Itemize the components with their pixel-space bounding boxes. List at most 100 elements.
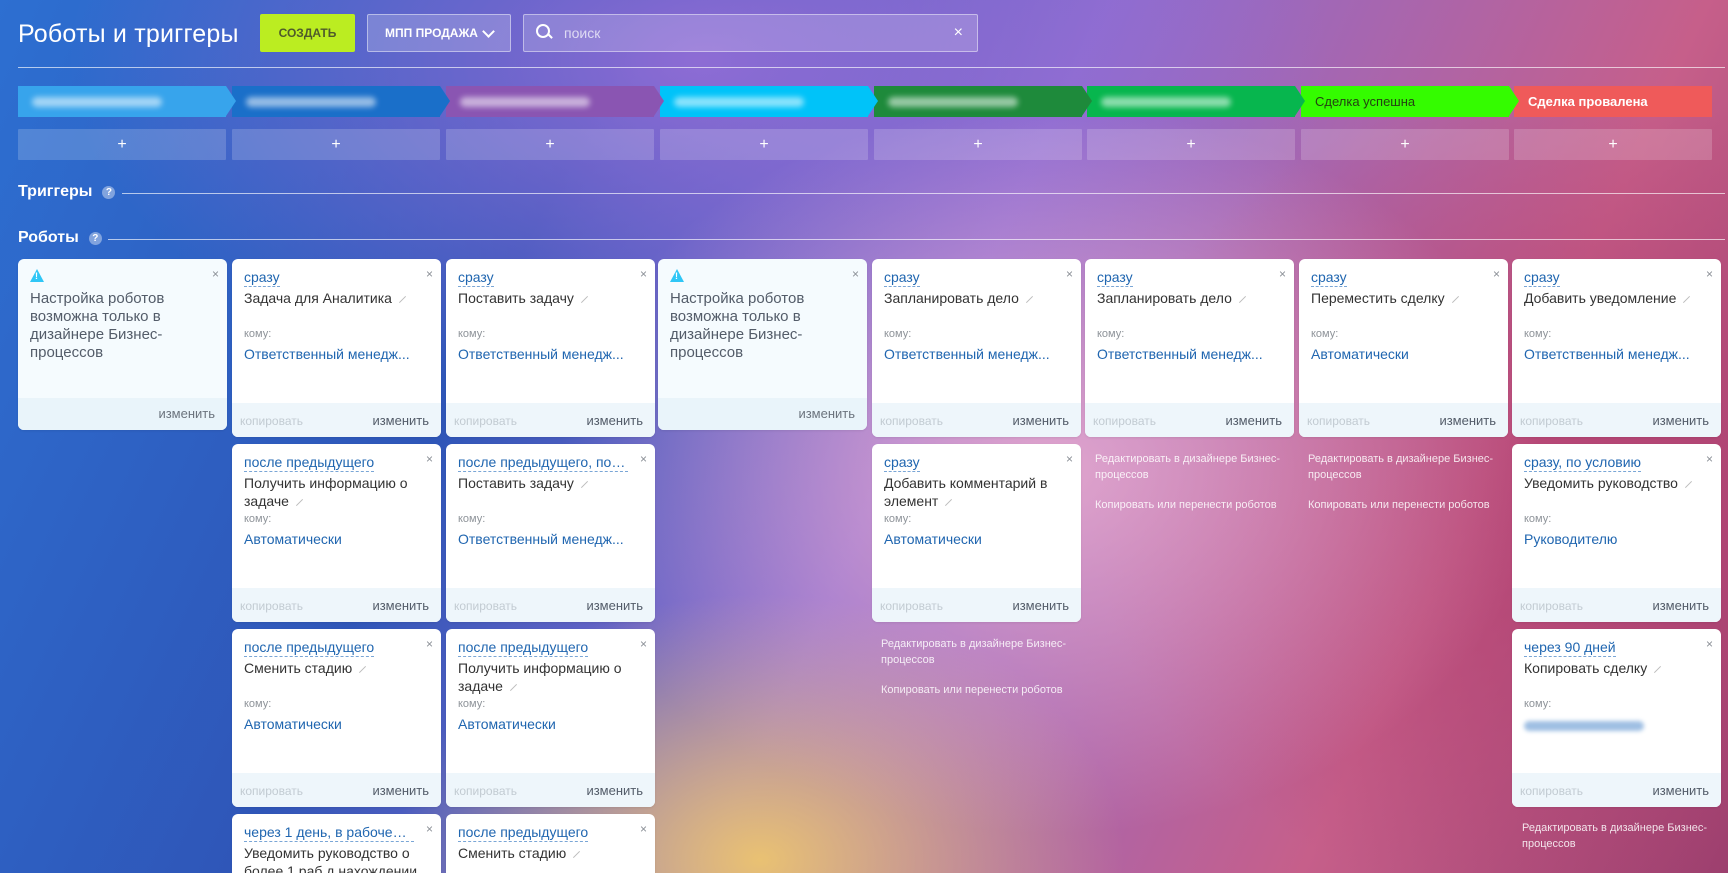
add-robot-button[interactable]: + <box>874 129 1082 160</box>
close-icon[interactable]: × <box>1706 637 1713 651</box>
copy-link[interactable]: копировать <box>1520 784 1583 798</box>
edit-link[interactable]: изменить <box>586 598 643 613</box>
stage-5[interactable] <box>874 86 1092 117</box>
add-robot-button[interactable]: + <box>1087 129 1295 160</box>
copy-move-robots-link[interactable]: Копировать или перенести роботов <box>1308 497 1503 513</box>
help-icon[interactable]: ? <box>88 231 102 245</box>
close-icon[interactable]: × <box>852 267 859 281</box>
copy-link[interactable]: копировать <box>1520 599 1583 613</box>
robot-delay[interactable]: сразу <box>458 269 494 287</box>
stage-4[interactable] <box>660 86 878 117</box>
edit-link[interactable]: изменить <box>372 413 429 428</box>
close-icon[interactable]: × <box>1279 267 1286 281</box>
edit-link[interactable]: изменить <box>158 406 215 421</box>
edit-link[interactable]: изменить <box>1439 413 1496 428</box>
robot-delay[interactable]: сразу <box>1311 269 1347 287</box>
edit-in-designer-link[interactable]: Редактировать в дизайнере Бизнес-процесс… <box>1095 451 1290 483</box>
close-icon[interactable]: × <box>426 822 433 836</box>
help-icon[interactable]: ? <box>102 185 116 199</box>
copy-link[interactable]: копировать <box>454 414 517 428</box>
copy-link[interactable]: копировать <box>1093 414 1156 428</box>
edit-link[interactable]: изменить <box>372 598 429 613</box>
edit-in-designer-link[interactable]: Редактировать в дизайнере Бизнес-процесс… <box>881 636 1081 668</box>
robot-card[interactable]: × после предыдущего, по у... Поставить з… <box>446 444 655 622</box>
edit-in-designer-link[interactable]: Редактировать в дизайнере Бизнес-процесс… <box>1308 451 1503 483</box>
stage-3[interactable] <box>446 86 664 117</box>
add-robot-button[interactable]: + <box>446 129 654 160</box>
close-icon[interactable]: × <box>640 452 647 466</box>
robot-card[interactable]: × сразу Задача для Аналитика кому: Ответ… <box>232 259 441 437</box>
edit-link[interactable]: изменить <box>1012 413 1069 428</box>
close-icon[interactable]: × <box>640 267 647 281</box>
close-icon[interactable]: × <box>640 637 647 651</box>
close-icon[interactable]: × <box>426 637 433 651</box>
copy-move-robots-link[interactable]: Копировать или перенести роботов <box>881 682 1081 698</box>
close-icon[interactable]: × <box>1066 452 1073 466</box>
close-icon[interactable]: × <box>212 267 219 281</box>
robot-delay[interactable]: через 1 день, в рабочее в... <box>244 824 414 842</box>
robot-card[interactable]: × сразу, по условию Уведомить руководств… <box>1512 444 1721 622</box>
close-icon[interactable]: × <box>1706 452 1713 466</box>
close-icon[interactable]: × <box>1493 267 1500 281</box>
copy-link[interactable]: копировать <box>240 599 303 613</box>
close-icon[interactable]: × <box>426 267 433 281</box>
pipeline-select[interactable]: МПП ПРОДАЖА <box>367 14 511 52</box>
copy-link[interactable]: копировать <box>880 414 943 428</box>
robot-delay[interactable]: после предыдущего <box>244 454 375 472</box>
stage-1[interactable] <box>18 86 236 117</box>
copy-link[interactable]: копировать <box>454 599 517 613</box>
add-robot-button[interactable]: + <box>18 129 226 160</box>
create-button[interactable]: СОЗДАТЬ <box>260 14 355 52</box>
robot-delay[interactable]: сразу <box>884 454 920 472</box>
robot-delay[interactable]: через 90 дней <box>1524 639 1616 657</box>
robot-card[interactable]: × через 90 дней Копировать сделку кому: … <box>1512 629 1721 807</box>
copy-link[interactable]: копировать <box>880 599 943 613</box>
close-icon[interactable]: × <box>426 452 433 466</box>
robot-delay[interactable]: после предыдущего <box>244 639 375 657</box>
robot-delay[interactable]: сразу <box>1524 269 1560 287</box>
edit-link[interactable]: изменить <box>586 413 643 428</box>
edit-link[interactable]: изменить <box>1652 413 1709 428</box>
robot-card[interactable]: × после предыдущего Сменить стадию <box>446 814 655 873</box>
add-robot-button[interactable]: + <box>1301 129 1509 160</box>
robot-delay[interactable]: сразу <box>1097 269 1133 287</box>
edit-in-designer-link[interactable]: Редактировать в дизайнере Бизнес-процесс… <box>1522 820 1717 852</box>
robot-delay[interactable]: сразу <box>884 269 920 287</box>
edit-link[interactable]: изменить <box>586 783 643 798</box>
robot-card[interactable]: × сразу Запланировать дело кому: Ответст… <box>872 259 1081 437</box>
stage-6[interactable] <box>1087 86 1305 117</box>
robot-delay[interactable]: после предыдущего <box>458 824 589 842</box>
robot-card[interactable]: × сразу Поставить задачу кому: Ответстве… <box>446 259 655 437</box>
edit-link[interactable]: изменить <box>372 783 429 798</box>
robot-delay[interactable]: сразу, по условию <box>1524 454 1642 472</box>
copy-link[interactable]: копировать <box>240 414 303 428</box>
search-input[interactable] <box>562 24 946 42</box>
robot-delay[interactable]: после предыдущего <box>458 639 589 657</box>
add-robot-button[interactable]: + <box>660 129 868 160</box>
robot-card[interactable]: × через 1 день, в рабочее в... Уведомить… <box>232 814 441 873</box>
robot-card[interactable]: × после предыдущего Получить информацию … <box>446 629 655 807</box>
robot-card[interactable]: × сразу Добавить уведомление кому: Ответ… <box>1512 259 1721 437</box>
add-robot-button[interactable]: + <box>232 129 440 160</box>
edit-link[interactable]: изменить <box>798 406 855 421</box>
edit-link[interactable]: изменить <box>1225 413 1282 428</box>
copy-link[interactable]: копировать <box>240 784 303 798</box>
robot-card[interactable]: × сразу Запланировать дело кому: Ответст… <box>1085 259 1294 437</box>
stage-2[interactable] <box>232 86 450 117</box>
copy-link[interactable]: копировать <box>454 784 517 798</box>
robot-card[interactable]: × сразу Переместить сделку кому: Автомат… <box>1299 259 1508 437</box>
add-robot-button[interactable]: + <box>1514 129 1712 160</box>
search-box[interactable]: × <box>523 14 978 52</box>
clear-search-icon[interactable]: × <box>954 24 963 42</box>
copy-link[interactable]: копировать <box>1520 414 1583 428</box>
copy-link[interactable]: копировать <box>1307 414 1370 428</box>
close-icon[interactable]: × <box>1066 267 1073 281</box>
stage-success[interactable]: Сделка успешна <box>1301 86 1519 117</box>
edit-link[interactable]: изменить <box>1652 783 1709 798</box>
robot-card[interactable]: × после предыдущего Получить информацию … <box>232 444 441 622</box>
robot-delay[interactable]: сразу <box>244 269 280 287</box>
edit-link[interactable]: изменить <box>1652 598 1709 613</box>
robot-delay[interactable]: после предыдущего, по у... <box>458 454 628 472</box>
copy-move-robots-link[interactable]: Копировать или перенести роботов <box>1095 497 1290 513</box>
close-icon[interactable]: × <box>640 822 647 836</box>
